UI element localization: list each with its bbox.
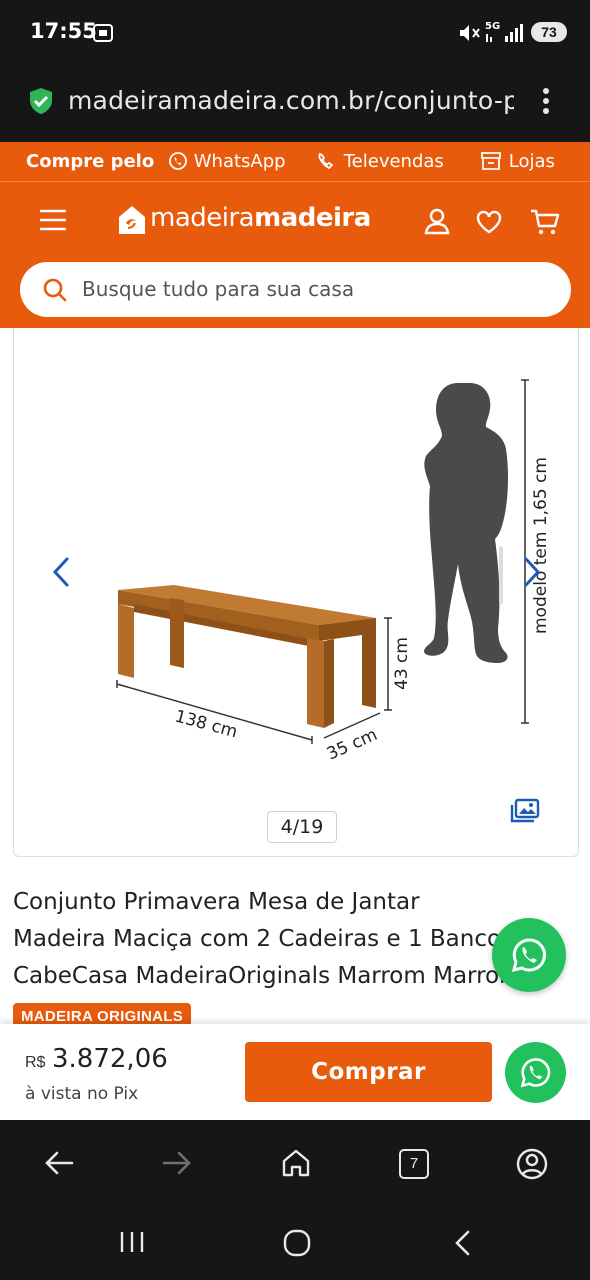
system-back-icon[interactable] bbox=[452, 1229, 472, 1257]
payment-note: à vista no Pix bbox=[25, 1084, 139, 1104]
product-title-line-2: Madeira Maciça com 2 Cadeiras e 1 Banco bbox=[13, 926, 502, 952]
signal-5g-icon: 5G bbox=[485, 21, 523, 42]
hamburger-menu-icon[interactable] bbox=[40, 208, 66, 232]
tabs-button[interactable]: 7 bbox=[399, 1149, 429, 1179]
forward-arrow-icon bbox=[162, 1151, 191, 1175]
whatsapp-link-label: WhatsApp bbox=[193, 151, 286, 172]
phone-icon bbox=[318, 152, 334, 170]
secure-shield-icon bbox=[30, 88, 52, 114]
model-height-label: modelo tem 1,65 cm bbox=[531, 457, 551, 634]
search-bar[interactable]: Busque tudo para sua casa bbox=[20, 262, 571, 317]
whatsapp-buy-button[interactable] bbox=[505, 1042, 566, 1103]
recent-apps-icon[interactable] bbox=[118, 1230, 146, 1254]
dim-depth-label: 35 cm bbox=[324, 725, 381, 765]
lojas-link-label: Lojas bbox=[508, 151, 555, 172]
status-time: 17:55 bbox=[30, 19, 97, 43]
gallery-images-icon[interactable] bbox=[510, 798, 540, 824]
back-arrow-icon[interactable] bbox=[44, 1150, 74, 1176]
contact-strip: Compre pelo WhatsApp Televendas Lojas bbox=[0, 142, 590, 182]
televendas-link[interactable]: Televendas bbox=[316, 151, 444, 172]
gallery-prev-arrow-icon[interactable] bbox=[50, 556, 72, 588]
status-bar: 17:55 5G 73 bbox=[0, 0, 590, 64]
product-image[interactable]: 138 cm 35 cm 43 cm modelo tem 1,65 cm bbox=[14, 328, 580, 857]
logo-house-icon bbox=[119, 206, 145, 234]
whatsapp-floating-button[interactable] bbox=[492, 918, 566, 992]
user-account-icon[interactable] bbox=[423, 207, 451, 235]
gallery-next-arrow-icon[interactable] bbox=[521, 556, 543, 588]
whatsapp-icon bbox=[169, 152, 187, 170]
buy-button[interactable]: Comprar bbox=[245, 1042, 492, 1102]
product-title: Conjunto Primavera Mesa de Jantar Madeir… bbox=[13, 884, 573, 995]
favorites-heart-icon[interactable] bbox=[475, 209, 503, 235]
gallery-counter: 4/19 bbox=[267, 811, 337, 843]
system-navigation-bar bbox=[0, 1208, 590, 1280]
store-icon bbox=[481, 152, 501, 170]
dim-width-label: 138 cm bbox=[173, 707, 240, 743]
product-gallery[interactable]: 138 cm 35 cm 43 cm modelo tem 1,65 cm bbox=[13, 328, 579, 857]
logo-text-bold: madeira bbox=[254, 203, 371, 233]
search-placeholder: Busque tudo para sua casa bbox=[82, 277, 355, 301]
url-text[interactable]: madeiramadeira.com.br/conjunto-primavera… bbox=[68, 86, 514, 115]
tabs-count: 7 bbox=[409, 1155, 419, 1172]
screenshot-icon bbox=[93, 24, 113, 42]
buy-bar: R$ 3.872,06 à vista no Pix Comprar bbox=[0, 1024, 590, 1120]
browser-menu-icon[interactable] bbox=[536, 86, 556, 116]
product-title-line-3: CabeCasa MadeiraOriginals Marrom Marrom bbox=[13, 963, 522, 989]
whatsapp-icon bbox=[511, 938, 546, 973]
system-home-icon[interactable] bbox=[283, 1229, 311, 1257]
home-icon[interactable] bbox=[281, 1148, 311, 1178]
battery-indicator: 73 bbox=[531, 22, 567, 42]
browser-url-bar[interactable]: madeiramadeira.com.br/conjunto-primavera… bbox=[0, 64, 590, 142]
svg-text:5G: 5G bbox=[485, 21, 500, 32]
search-icon bbox=[43, 278, 67, 302]
cart-icon[interactable] bbox=[529, 207, 561, 237]
product-title-line-1: Conjunto Primavera Mesa de Jantar bbox=[13, 889, 420, 915]
logo-text-light: madeira bbox=[150, 203, 255, 233]
televendas-link-label: Televendas bbox=[343, 151, 444, 172]
battery-level: 73 bbox=[541, 24, 557, 40]
whatsapp-icon bbox=[520, 1058, 551, 1088]
gallery-scroll-indicator bbox=[499, 546, 503, 604]
lojas-link[interactable]: Lojas bbox=[479, 151, 555, 172]
mute-icon bbox=[460, 25, 480, 41]
browser-bottom-toolbar: 7 bbox=[0, 1120, 590, 1208]
whatsapp-link[interactable]: WhatsApp bbox=[168, 151, 286, 172]
price-currency: R$ bbox=[25, 1054, 46, 1071]
site-header: madeiramadeira Busque tudo para sua casa bbox=[0, 182, 590, 328]
profile-icon[interactable] bbox=[515, 1147, 549, 1181]
buy-via-label: Compre pelo bbox=[26, 151, 155, 172]
price-value: 3.872,06 bbox=[52, 1044, 168, 1074]
dim-height-label: 43 cm bbox=[392, 637, 412, 690]
